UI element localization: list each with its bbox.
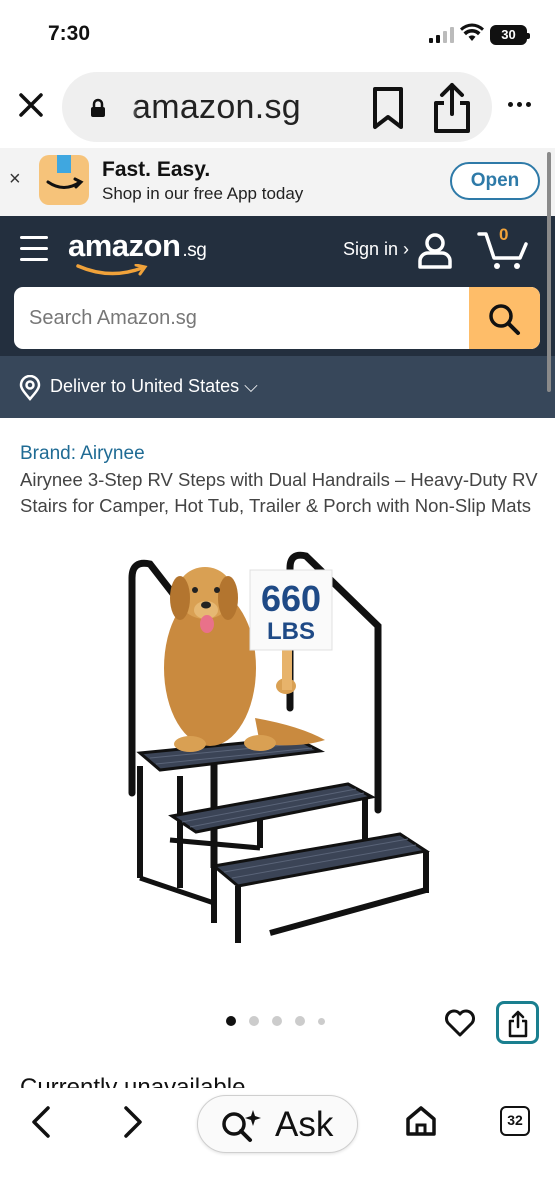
- wishlist-heart-icon[interactable]: [444, 1007, 476, 1039]
- more-icon[interactable]: [508, 102, 531, 107]
- browser-url-bar: amazon.sg: [0, 68, 555, 148]
- amazon-app-icon: [39, 155, 89, 205]
- amazon-logo[interactable]: amazon .sg: [68, 228, 207, 264]
- menu-icon[interactable]: [20, 236, 48, 269]
- carousel-dot[interactable]: [226, 1016, 236, 1026]
- banner-title: Fast. Easy.: [102, 158, 211, 181]
- forward-arrow-icon[interactable]: [120, 1104, 146, 1140]
- deliver-to-bar[interactable]: Deliver to United States ⌵: [0, 356, 555, 418]
- search-button[interactable]: [469, 287, 540, 349]
- status-bar: 7:30 30: [0, 0, 555, 68]
- address-field[interactable]: amazon.sg: [62, 72, 492, 142]
- dismiss-banner-icon[interactable]: ×: [9, 168, 21, 191]
- carousel-dot[interactable]: [318, 1017, 325, 1025]
- share-icon[interactable]: [430, 82, 474, 134]
- close-icon[interactable]: [16, 90, 46, 120]
- sign-unit: LBS: [267, 618, 315, 645]
- cart-count: 0: [499, 225, 509, 244]
- search-input[interactable]: [14, 287, 469, 349]
- tabs-count-button[interactable]: 32: [500, 1106, 530, 1136]
- carousel-dot[interactable]: [249, 1016, 259, 1026]
- page-scrollbar[interactable]: [547, 152, 551, 392]
- bookmark-icon[interactable]: [370, 86, 406, 130]
- ask-button[interactable]: Ask: [197, 1095, 358, 1153]
- product-image[interactable]: 660 LBS: [110, 548, 440, 968]
- sign-number: 660: [261, 578, 321, 619]
- product-title: Airynee 3-Step RV Steps with Dual Handra…: [20, 469, 538, 516]
- banner-subtitle: Shop in our free App today: [102, 184, 304, 203]
- deliver-location-label: Deliver to United States ⌵: [50, 376, 258, 396]
- lock-icon: [91, 98, 105, 117]
- location-pin-icon: [19, 375, 41, 401]
- amazon-smile-logo: [76, 264, 148, 276]
- search-icon: [489, 304, 520, 335]
- app-install-banner: × Fast. Easy. Shop in our free App today…: [0, 148, 555, 216]
- amazon-header: amazon .sg Sign in › 0: [0, 216, 555, 356]
- browser-toolbar: Ask 32: [0, 1088, 555, 1200]
- carousel-dot[interactable]: [295, 1016, 305, 1026]
- image-carousel-dots[interactable]: [226, 1016, 325, 1026]
- back-arrow-icon[interactable]: [28, 1104, 54, 1140]
- status-time: 7:30: [48, 22, 91, 45]
- home-icon[interactable]: [404, 1104, 438, 1138]
- ask-search-sparkle-icon: [222, 1110, 261, 1142]
- url-domain: amazon.sg: [123, 88, 302, 126]
- battery-indicator: 30: [490, 25, 530, 45]
- brand-link[interactable]: Brand: Airynee: [20, 443, 145, 465]
- search-bar: [14, 287, 540, 349]
- user-icon[interactable]: [416, 232, 454, 270]
- ask-label: Ask: [275, 1105, 334, 1144]
- signal-icon: [429, 27, 454, 43]
- sign-in-link[interactable]: Sign in ›: [343, 239, 409, 260]
- share-icon: [508, 1010, 528, 1038]
- carousel-dot[interactable]: [272, 1016, 282, 1026]
- open-app-button[interactable]: Open: [450, 162, 540, 200]
- share-product-button[interactable]: [496, 1001, 539, 1044]
- wifi-icon: [460, 23, 484, 41]
